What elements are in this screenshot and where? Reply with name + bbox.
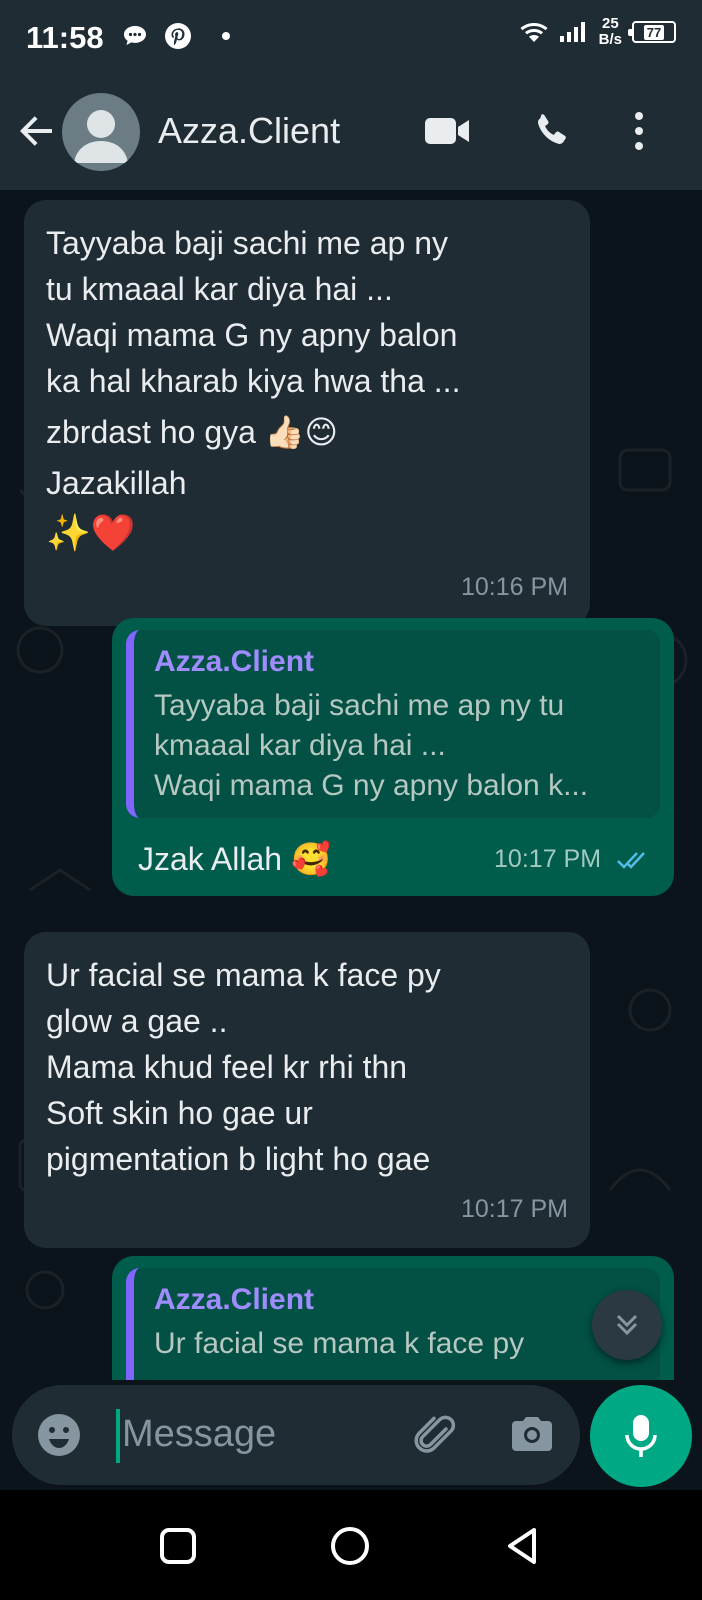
dot-icon — [222, 32, 230, 40]
circle-icon — [331, 1527, 369, 1565]
chat-bubble-icon — [124, 26, 146, 45]
quote-author: Azza.Client — [154, 1283, 315, 1316]
battery-level: 77 — [643, 24, 665, 40]
notification-icons — [122, 22, 230, 50]
back-arrow-icon — [20, 116, 52, 146]
system-status: 25 B/s 77 — [519, 16, 676, 48]
home-button[interactable] — [328, 1524, 372, 1568]
voice-call-button[interactable] — [524, 104, 578, 158]
video-camera-icon — [425, 118, 469, 144]
scroll-to-bottom-button[interactable] — [592, 1290, 662, 1360]
quoted-message[interactable]: Azza.Client Ur facial se mama k face py — [126, 1268, 660, 1380]
default-avatar-icon — [74, 110, 128, 163]
read-receipt-icon — [617, 852, 645, 870]
contact-name[interactable]: Azza.Client — [158, 110, 340, 152]
message-line: Mama khud feel kr rhi thn — [46, 1049, 408, 1085]
back-button[interactable] — [14, 108, 60, 154]
message-line: ka hal kharab kiya hwa tha ... — [46, 363, 461, 399]
message-time: 10:17 PM — [460, 1195, 568, 1223]
message-bubble-incoming[interactable]: Tayyaba baji sachi me ap ny tu kmaaal ka… — [24, 200, 590, 626]
message-bubble-outgoing[interactable]: Azza.Client Tayyaba baji sachi me ap ny … — [112, 618, 674, 896]
emoji-button[interactable] — [34, 1410, 84, 1460]
double-chevron-down-icon — [616, 1314, 638, 1336]
system-navigation-bar — [0, 1490, 702, 1600]
status-time: 11:58 — [26, 20, 104, 55]
message-line: tu kmaaal kar diya hai ... — [46, 271, 393, 307]
quoted-message[interactable]: Azza.Client Tayyaba baji sachi me ap ny … — [126, 630, 660, 818]
wifi-icon — [520, 23, 548, 42]
message-status: 10:17 PM — [494, 836, 650, 882]
signal-icon — [559, 22, 585, 42]
quote-line: kmaaal kar diya hai ... — [154, 729, 446, 762]
text-cursor — [116, 1409, 120, 1463]
message-input[interactable]: Message — [12, 1385, 580, 1485]
message-line: ✨❤️ — [46, 512, 136, 553]
paperclip-icon — [414, 1415, 456, 1453]
quote-line: Waqi mama G ny apny balon k... — [154, 769, 589, 802]
message-line: Tayyaba baji sachi me ap ny — [46, 225, 448, 261]
message-text: Jzak Allah 🥰 — [138, 841, 331, 877]
message-time: 10:16 PM — [460, 573, 568, 601]
microphone-icon — [625, 1415, 657, 1457]
message-line: Soft skin ho gae ur — [46, 1095, 313, 1131]
message-line: zbrdast ho gya 👍🏻😊 — [46, 414, 338, 450]
square-icon — [160, 1528, 196, 1564]
message-line: Ur facial se mama k face py — [46, 957, 441, 993]
phone-icon — [538, 114, 566, 144]
message-line: glow a gae .. — [46, 1003, 228, 1039]
emoji-icon — [38, 1414, 80, 1456]
pinterest-icon — [165, 23, 191, 49]
message-line: Waqi mama G ny apny balon — [46, 317, 458, 353]
video-call-button[interactable] — [420, 104, 474, 158]
chat-header: Azza.Client — [0, 78, 702, 190]
network-speed: 25 B/s — [598, 15, 622, 48]
message-time: 10:17 PM — [494, 845, 602, 873]
camera-icon — [512, 1417, 552, 1451]
quote-author: Azza.Client — [154, 645, 315, 678]
back-nav-button[interactable] — [500, 1524, 544, 1568]
message-bubble-incoming[interactable]: Ur facial se mama k face py glow a gae .… — [24, 932, 590, 1248]
quote-line: Tayyaba baji sachi me ap ny tu — [154, 689, 565, 722]
battery-icon: 77 — [628, 21, 676, 43]
message-composer: Message — [0, 1380, 702, 1490]
avatar[interactable] — [62, 93, 140, 171]
message-line: pigmentation b light ho gae — [46, 1141, 431, 1177]
more-options-button[interactable] — [612, 104, 666, 158]
kebab-menu-icon — [635, 112, 643, 150]
voice-record-button[interactable] — [590, 1385, 692, 1487]
attach-button[interactable] — [410, 1409, 462, 1461]
camera-button[interactable] — [506, 1409, 558, 1461]
quote-line: Ur facial se mama k face py — [154, 1327, 525, 1360]
status-bar: 11:58 25 B/s 77 — [0, 0, 702, 78]
recents-button[interactable] — [156, 1524, 200, 1568]
triangle-back-icon — [508, 1528, 536, 1564]
message-line: Jazakillah — [46, 465, 187, 501]
chat-messages-area[interactable]: Tayyaba baji sachi me ap ny tu kmaaal ka… — [0, 190, 702, 1380]
message-bubble-outgoing[interactable]: Azza.Client Ur facial se mama k face py — [112, 1256, 674, 1380]
message-placeholder: Message — [122, 1413, 277, 1455]
